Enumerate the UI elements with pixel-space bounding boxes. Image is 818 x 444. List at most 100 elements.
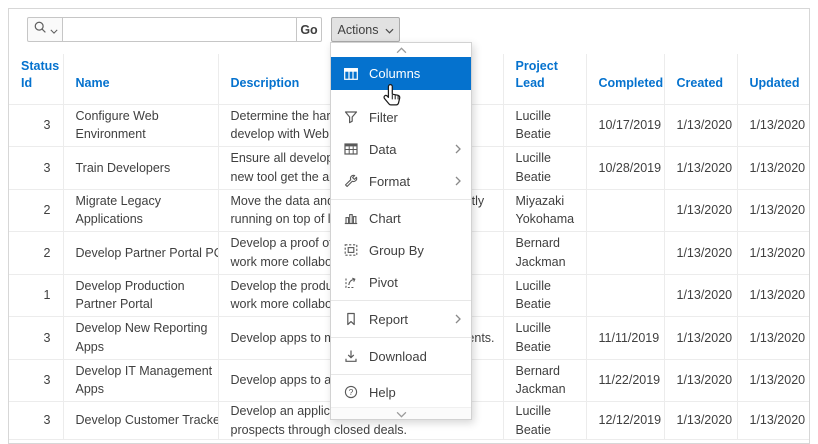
search-options-button[interactable]	[27, 17, 63, 42]
menu-item-filter[interactable]: Filter	[331, 101, 471, 133]
cell-created: 1/13/2020	[664, 274, 737, 317]
download-icon	[343, 348, 359, 364]
cell-status-id: 3	[9, 147, 63, 190]
menu-separator	[331, 374, 471, 375]
cell-project-lead: Lucille Beatie	[503, 402, 586, 440]
pivot-icon	[343, 274, 359, 290]
cell-name: Develop Partner Portal POC	[63, 232, 218, 275]
menu-item-label: Report	[369, 312, 445, 327]
column-header-status-id[interactable]: Status Id	[9, 54, 63, 104]
menu-item-label: Columns	[369, 66, 461, 81]
search-icon	[33, 20, 48, 40]
column-header-created[interactable]: Created	[664, 54, 737, 104]
cell-status-id: 1	[9, 274, 63, 317]
actions-menu: Columns Filter Data Format Chart Group B…	[330, 42, 472, 420]
menu-item-pivot[interactable]: Pivot	[331, 266, 471, 298]
menu-item-columns[interactable]: Columns	[331, 57, 471, 90]
cell-completed	[586, 189, 664, 232]
cell-name: Develop Production Partner Portal	[63, 274, 218, 317]
cell-completed	[586, 274, 664, 317]
group-by-icon	[343, 242, 359, 258]
format-icon	[343, 173, 359, 189]
cell-project-lead: Bernard Jackman	[503, 232, 586, 275]
cell-created: 1/13/2020	[664, 147, 737, 190]
cell-completed	[586, 232, 664, 275]
cell-created: 1/13/2020	[664, 104, 737, 147]
svg-text:?: ?	[349, 387, 354, 397]
cell-updated: 1/13/2020	[737, 274, 809, 317]
chevron-down-icon	[396, 405, 407, 423]
help-icon: ?	[343, 384, 359, 400]
actions-button[interactable]: Actions	[331, 17, 400, 42]
chart-icon	[343, 210, 359, 226]
cell-status-id: 3	[9, 104, 63, 147]
cell-name: Develop New Reporting Apps	[63, 317, 218, 360]
cell-project-lead: Lucille Beatie	[503, 104, 586, 147]
cell-updated: 1/13/2020	[737, 189, 809, 232]
chevron-right-icon	[455, 312, 461, 327]
menu-item-label: Format	[369, 174, 445, 189]
menu-separator	[331, 199, 471, 200]
cell-project-lead: Lucille Beatie	[503, 274, 586, 317]
menu-spacer	[331, 90, 471, 101]
cell-status-id: 3	[9, 402, 63, 440]
report-icon	[343, 311, 359, 327]
menu-separator	[331, 300, 471, 301]
cell-updated: 1/13/2020	[737, 232, 809, 275]
menu-item-download[interactable]: Download	[331, 340, 471, 372]
search-input[interactable]	[62, 17, 297, 42]
cell-project-lead: Lucille Beatie	[503, 147, 586, 190]
data-icon	[343, 141, 359, 157]
actions-button-label: Actions	[338, 23, 379, 37]
cell-created: 1/13/2020	[664, 402, 737, 440]
column-header-updated[interactable]: Updated	[737, 54, 809, 104]
cell-status-id: 3	[9, 317, 63, 360]
cell-created: 1/13/2020	[664, 232, 737, 275]
menu-item-label: Data	[369, 142, 445, 157]
cell-name: Configure Web Environment	[63, 104, 218, 147]
menu-item-label: Help	[369, 385, 461, 400]
cell-created: 1/13/2020	[664, 189, 737, 232]
chevron-down-icon	[385, 23, 394, 37]
cell-completed: 10/17/2019	[586, 104, 664, 147]
menu-item-label: Chart	[369, 211, 461, 226]
menu-item-data[interactable]: Data	[331, 133, 471, 165]
filter-icon	[343, 109, 359, 125]
cell-completed: 11/22/2019	[586, 359, 664, 402]
cell-updated: 1/13/2020	[737, 317, 809, 360]
cell-completed: 10/28/2019	[586, 147, 664, 190]
cell-name: Develop IT Management Apps	[63, 359, 218, 402]
menu-item-chart[interactable]: Chart	[331, 202, 471, 234]
menu-item-format[interactable]: Format	[331, 165, 471, 197]
column-header-completed[interactable]: Completed	[586, 54, 664, 104]
menu-scroll-down[interactable]	[331, 407, 471, 419]
cell-updated: 1/13/2020	[737, 147, 809, 190]
cell-updated: 1/13/2020	[737, 359, 809, 402]
menu-item-help[interactable]: ? Help	[331, 377, 471, 407]
column-header-name[interactable]: Name	[63, 54, 218, 104]
chevron-up-icon	[396, 41, 407, 59]
cell-status-id: 2	[9, 232, 63, 275]
cell-name: Train Developers	[63, 147, 218, 190]
cell-name: Develop Customer Tracker	[63, 402, 218, 440]
cell-created: 1/13/2020	[664, 317, 737, 360]
menu-scroll-up[interactable]	[331, 43, 471, 57]
cell-project-lead: Lucille Beatie	[503, 317, 586, 360]
menu-item-group-by[interactable]: Group By	[331, 234, 471, 266]
columns-icon	[343, 66, 359, 82]
menu-item-label: Pivot	[369, 275, 461, 290]
cell-status-id: 3	[9, 359, 63, 402]
menu-item-label: Download	[369, 349, 461, 364]
cell-status-id: 2	[9, 189, 63, 232]
column-header-project-lead[interactable]: Project Lead	[503, 54, 586, 104]
cell-completed: 11/11/2019	[586, 317, 664, 360]
cell-project-lead: Bernard Jackman	[503, 359, 586, 402]
cell-created: 1/13/2020	[664, 359, 737, 402]
menu-separator	[331, 337, 471, 338]
chevron-right-icon	[455, 174, 461, 189]
cell-project-lead: Miyazaki Yokohama	[503, 189, 586, 232]
cell-updated: 1/13/2020	[737, 402, 809, 440]
menu-item-label: Group By	[369, 243, 461, 258]
go-button[interactable]: Go	[296, 17, 322, 42]
menu-item-report[interactable]: Report	[331, 303, 471, 335]
